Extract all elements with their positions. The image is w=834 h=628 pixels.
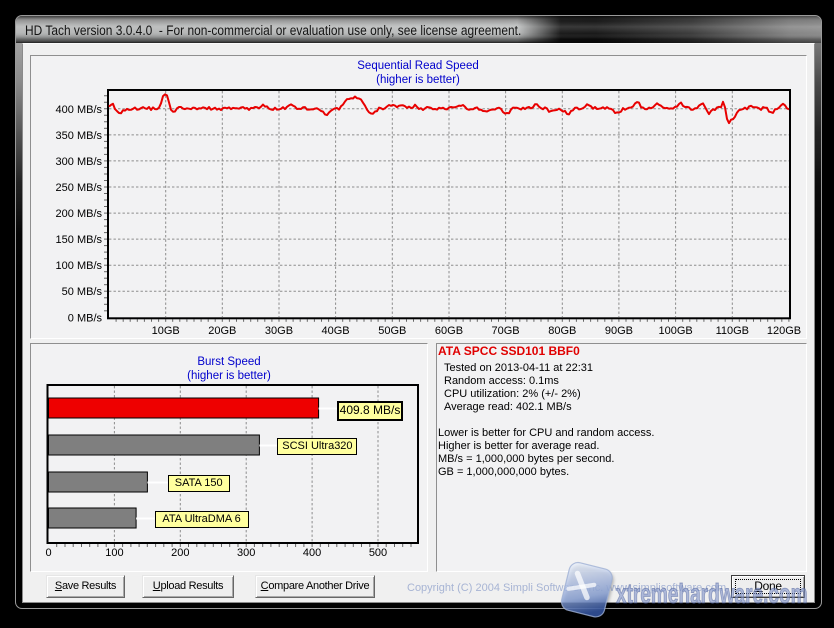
svg-text:10GB: 10GB	[152, 325, 180, 337]
svg-text:0 MB/s: 0 MB/s	[68, 312, 103, 324]
svg-text:90GB: 90GB	[605, 325, 633, 337]
svg-text:300: 300	[237, 547, 255, 559]
svg-text:(higher is better): (higher is better)	[376, 74, 460, 86]
svg-text:250 MB/s: 250 MB/s	[56, 182, 103, 194]
svg-text:200 MB/s: 200 MB/s	[56, 208, 103, 220]
svg-text:0: 0	[45, 547, 51, 559]
svg-text:30GB: 30GB	[265, 325, 293, 337]
svg-text:40GB: 40GB	[322, 325, 350, 337]
svg-text:50GB: 50GB	[378, 325, 406, 337]
svg-text:350 MB/s: 350 MB/s	[56, 130, 103, 142]
svg-text:20GB: 20GB	[208, 325, 236, 337]
svg-text:Burst Speed: Burst Speed	[197, 356, 260, 368]
svg-text:400 MB/s: 400 MB/s	[56, 104, 103, 116]
svg-text:100 MB/s: 100 MB/s	[56, 260, 103, 272]
svg-text:150 MB/s: 150 MB/s	[56, 234, 103, 246]
svg-text:300 MB/s: 300 MB/s	[56, 156, 103, 168]
svg-text:70GB: 70GB	[492, 325, 520, 337]
svg-text:120GB: 120GB	[767, 325, 801, 337]
svg-text:100: 100	[105, 547, 123, 559]
svg-text:Sequential Read Speed: Sequential Read Speed	[357, 60, 479, 72]
svg-text:50 MB/s: 50 MB/s	[62, 286, 103, 298]
svg-text:200: 200	[171, 547, 189, 559]
svg-text:80GB: 80GB	[548, 325, 576, 337]
svg-text:400: 400	[303, 547, 321, 559]
svg-text:500: 500	[369, 547, 387, 559]
svg-text:110GB: 110GB	[716, 325, 749, 337]
svg-text:60GB: 60GB	[435, 325, 463, 337]
svg-text:(higher is better): (higher is better)	[187, 370, 271, 382]
svg-text:100GB: 100GB	[658, 325, 692, 337]
